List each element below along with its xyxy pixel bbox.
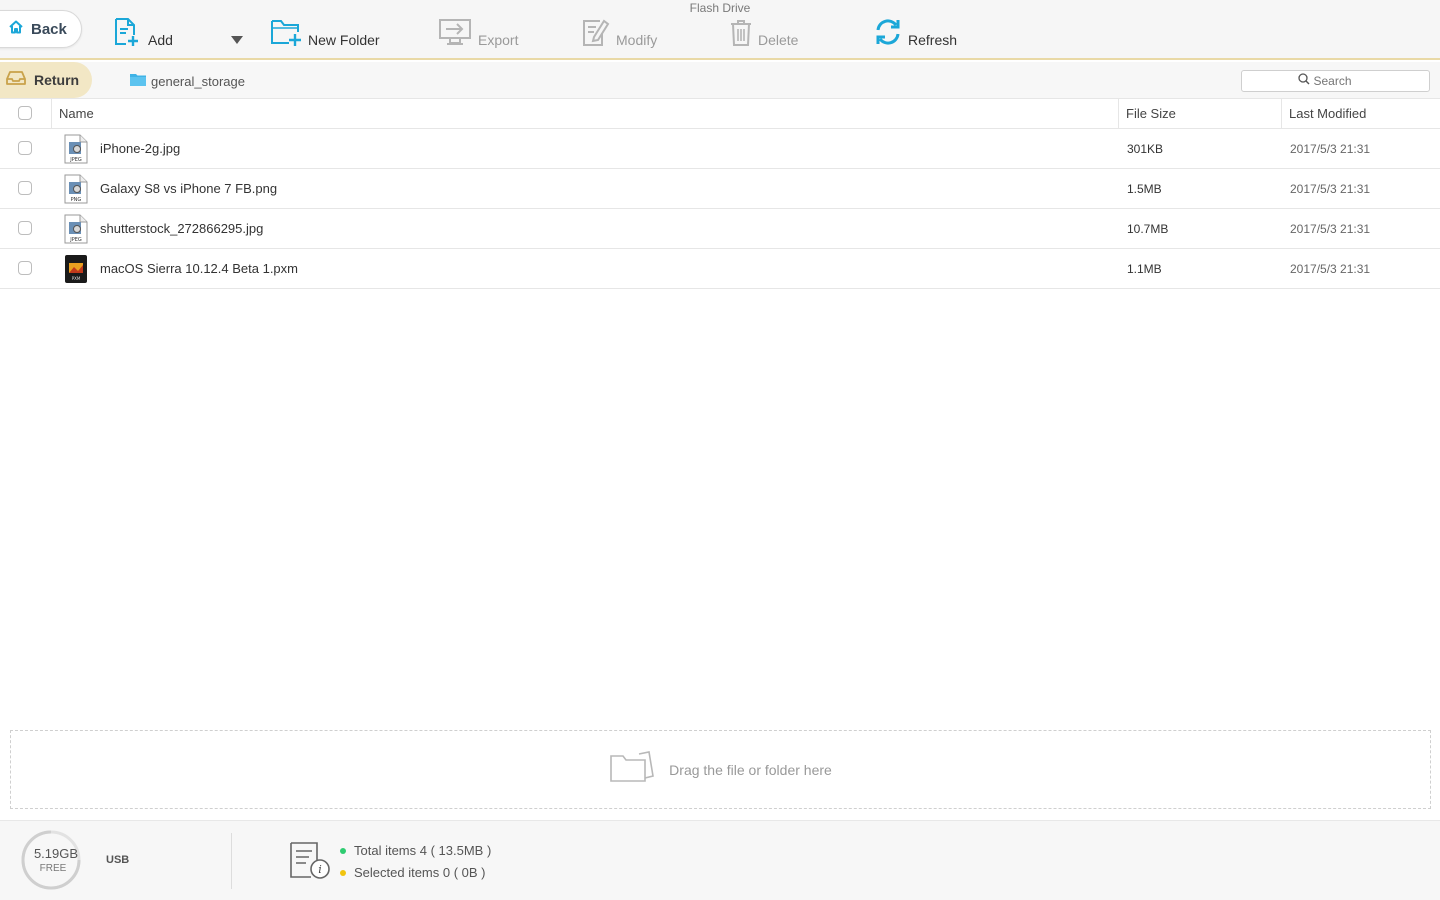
column-header-name[interactable]: Name: [51, 99, 94, 129]
search-input[interactable]: [1313, 74, 1374, 88]
folder-outline-icon: [609, 750, 655, 789]
total-items-stat: Total items 4 ( 13.5MB ): [340, 843, 491, 858]
file-modified: 2017/5/3 21:31: [1290, 182, 1371, 196]
table-row[interactable]: PXM macOS Sierra 10.12.4 Beta 1.pxm 1.1M…: [0, 249, 1440, 289]
add-file-icon: [112, 17, 142, 52]
modify-label: Modify: [616, 32, 658, 48]
file-name: Galaxy S8 vs iPhone 7 FB.png: [100, 181, 278, 196]
row-checkbox[interactable]: [18, 261, 32, 275]
svg-text:i: i: [318, 863, 322, 876]
delete-button[interactable]: Delete: [730, 18, 798, 52]
row-checkbox[interactable]: [18, 221, 32, 235]
back-button[interactable]: Back: [0, 10, 82, 48]
file-size: 10.7MB: [1127, 222, 1169, 236]
file-name: shutterstock_272866295.jpg: [100, 221, 264, 236]
add-dropdown-chevron-down-icon[interactable]: [231, 36, 243, 44]
column-header-size[interactable]: File Size: [1118, 99, 1176, 129]
edit-icon: [582, 17, 610, 52]
breadcrumb-folder-label: general_storage: [151, 74, 245, 89]
selected-items-text: Selected items 0 ( 0B ): [354, 865, 486, 880]
trash-icon: [730, 19, 752, 52]
export-label: Export: [478, 32, 519, 48]
breadcrumb: Return general_storage: [0, 62, 1440, 98]
new-folder-label: New Folder: [308, 32, 380, 48]
total-items-text: Total items 4 ( 13.5MB ): [354, 843, 492, 858]
png-file-icon: PNG: [64, 174, 88, 204]
device-label: USB: [106, 854, 130, 866]
file-name: macOS Sierra 10.12.4 Beta 1.pxm: [100, 261, 298, 276]
return-button[interactable]: Return: [0, 62, 92, 98]
export-button[interactable]: Export: [438, 18, 518, 52]
drop-zone-label: Drag the file or folder here: [669, 761, 832, 778]
status-footer: 5.19GB FREE USB i Total items 4 ( 13.5MB…: [0, 820, 1440, 900]
row-checkbox[interactable]: [18, 181, 32, 195]
file-modified: 2017/5/3 21:31: [1290, 222, 1371, 236]
table-row[interactable]: PNG Galaxy S8 vs iPhone 7 FB.png 1.5MB 2…: [0, 169, 1440, 209]
add-label: Add: [148, 32, 173, 48]
selected-dot: [340, 869, 346, 876]
selected-items-stat: Selected items 0 ( 0B ): [340, 865, 486, 880]
inbox-icon: [6, 70, 26, 91]
file-modified: 2017/5/3 21:31: [1290, 262, 1371, 276]
search-icon: [1297, 72, 1310, 90]
storage-gauge: 5.19GB FREE: [20, 829, 81, 890]
file-size: 1.1MB: [1127, 262, 1162, 276]
free-space-value: 5.19GB: [33, 846, 79, 861]
refresh-icon: [874, 17, 902, 52]
table-row[interactable]: JPEG iPhone-2g.jpg 301KB 2017/5/3 21:31: [0, 129, 1440, 169]
refresh-label: Refresh: [908, 32, 958, 48]
home-icon: [9, 20, 23, 39]
add-button[interactable]: Add: [112, 18, 173, 52]
file-size: 301KB: [1127, 142, 1164, 156]
free-space-label: FREE: [39, 863, 67, 874]
table-row[interactable]: JPEG shutterstock_272866295.jpg 10.7MB 2…: [0, 209, 1440, 249]
new-folder-button[interactable]: New Folder: [270, 18, 380, 52]
refresh-button[interactable]: Refresh: [874, 18, 957, 52]
file-name: iPhone-2g.jpg: [100, 141, 181, 156]
toolbar: Flash Drive Back Add New Folder Export M…: [0, 0, 1440, 60]
file-info-icon: i: [289, 841, 331, 881]
window-title: Flash Drive: [689, 1, 751, 15]
jpeg-file-icon: JPEG: [64, 134, 88, 164]
jpeg-file-icon: JPEG: [64, 214, 88, 244]
column-header-modified[interactable]: Last Modified: [1281, 99, 1366, 129]
file-badge: PNG: [71, 197, 82, 203]
delete-label: Delete: [758, 32, 799, 48]
file-modified: 2017/5/3 21:31: [1290, 142, 1371, 156]
table-header: Name File Size Last Modified: [0, 98, 1440, 129]
total-dot: [340, 847, 346, 854]
new-folder-icon: [270, 17, 302, 52]
breadcrumb-item-general-storage[interactable]: general_storage: [130, 72, 245, 91]
search-box[interactable]: [1241, 70, 1430, 92]
select-all-checkbox[interactable]: [18, 106, 32, 120]
folder-icon: [130, 72, 146, 91]
row-checkbox[interactable]: [18, 141, 32, 155]
return-label: Return: [34, 72, 80, 88]
file-badge: JPEG: [69, 237, 82, 243]
drop-zone[interactable]: Drag the file or folder here: [10, 730, 1431, 809]
export-icon: [438, 17, 472, 52]
divider: [231, 833, 232, 889]
file-badge: JPEG: [69, 157, 82, 163]
file-badge: PXM: [72, 276, 81, 281]
pxm-file-icon: PXM: [64, 254, 88, 284]
file-size: 1.5MB: [1127, 182, 1162, 196]
modify-button[interactable]: Modify: [582, 18, 657, 52]
back-label: Back: [31, 20, 67, 38]
